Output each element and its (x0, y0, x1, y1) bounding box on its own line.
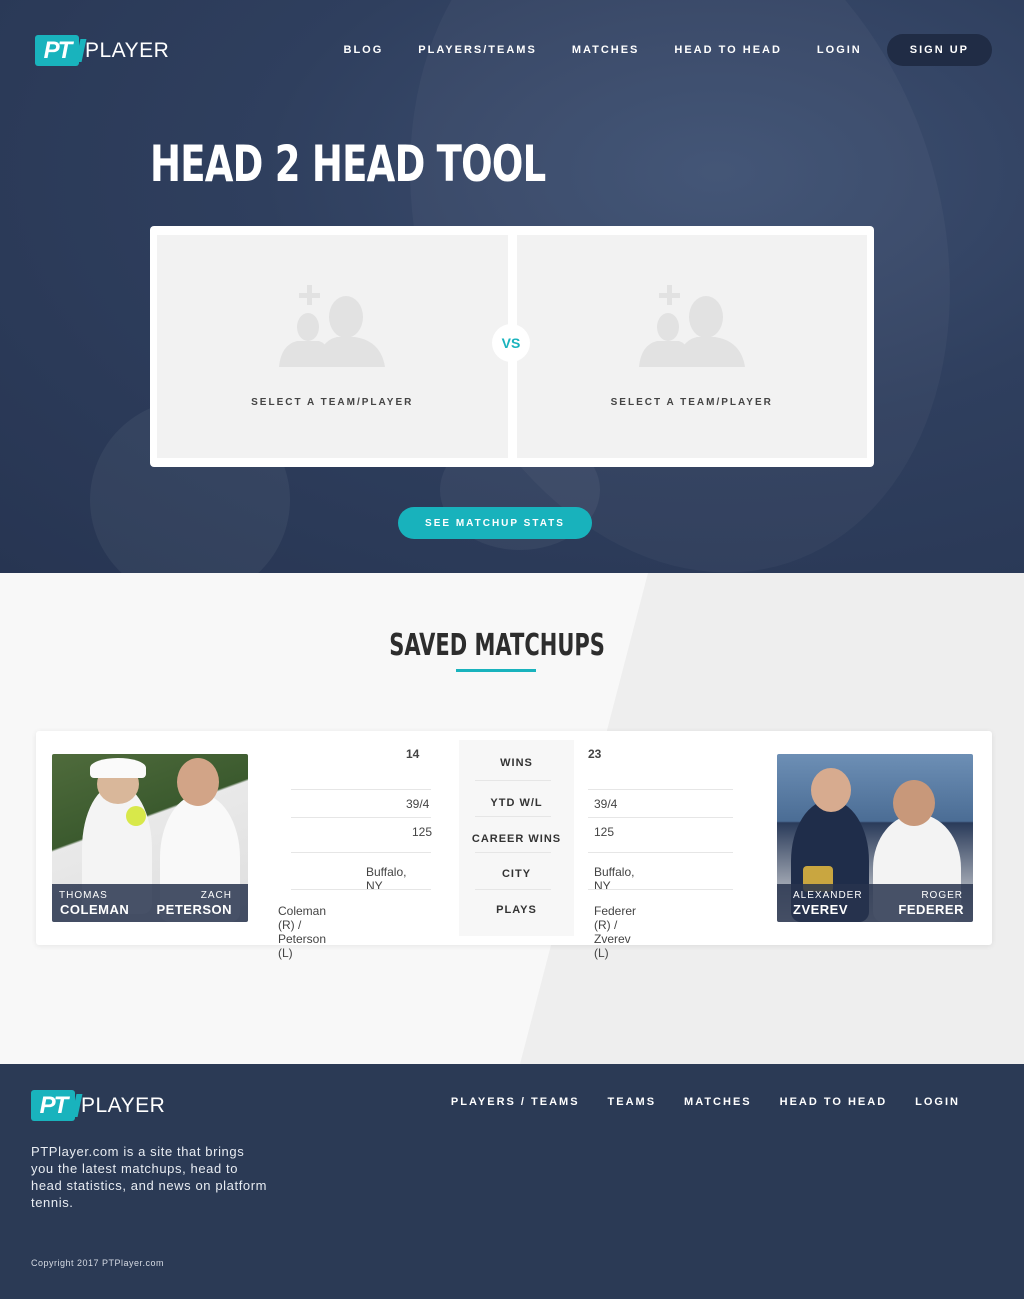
player-first-name: ALEXANDER (793, 890, 863, 901)
wins-value: 14 (406, 747, 420, 761)
nav-players-teams[interactable]: PLAYERS/TEAMS (418, 44, 537, 56)
see-matchup-stats-button[interactable]: SEE MATCHUP STATS (398, 507, 592, 539)
vs-badge: VS (492, 324, 530, 362)
select-player-slot-left[interactable]: SELECT A TEAM/PLAYER (157, 235, 508, 458)
career-wins-value: 125 (412, 825, 433, 839)
label-plays: PLAYS (496, 904, 537, 916)
ytd-value: 39/4 (594, 797, 618, 811)
player-last-name: PETERSON (156, 902, 232, 917)
divider (291, 817, 431, 818)
add-player-icon (638, 285, 745, 367)
player-head (893, 780, 935, 826)
nav-login[interactable]: LOGIN (817, 44, 862, 56)
player-last-name: ZVEREV (793, 902, 849, 917)
divider (475, 889, 551, 890)
career-wins-value: 125 (594, 825, 615, 839)
wins-value: 23 (588, 747, 602, 761)
player-cap (90, 758, 146, 778)
team-photo-left: THOMAS COLEMAN ZACH PETERSON (52, 754, 248, 922)
player-first-name: ZACH (200, 890, 232, 901)
team-caption: THOMAS COLEMAN ZACH PETERSON (52, 884, 248, 922)
footer-nav-head-to-head[interactable]: HEAD TO HEAD (780, 1096, 888, 1108)
footer-nav-teams[interactable]: TEAMS (608, 1096, 657, 1108)
footer-nav-matches[interactable]: MATCHES (684, 1096, 752, 1108)
saved-matchup-card[interactable]: THOMAS COLEMAN ZACH PETERSON 14 39/4 125… (36, 731, 992, 960)
title-underline (456, 669, 536, 672)
section-title: SAVED MATCHUPS (389, 628, 605, 663)
footer-logo[interactable]: PT PLAYER (31, 1090, 165, 1121)
nav-blog[interactable]: BLOG (344, 44, 384, 56)
label-ytd: YTD W/L (490, 797, 543, 809)
player-head (177, 758, 219, 806)
team-photo-right: ALEXANDER ZVEREV ROGER FEDERER (777, 754, 973, 922)
stat-labels-column: WINS YTD W/L CAREER WINS CITY PLAYS (459, 740, 574, 936)
footer-description: PTPlayer.com is a site that brings you t… (31, 1144, 268, 1210)
footer-nav: PLAYERS / TEAMS TEAMS MATCHES HEAD TO HE… (423, 1096, 960, 1108)
divider (588, 889, 733, 890)
divider (475, 852, 551, 853)
ytd-value: 39/4 (406, 797, 430, 811)
select-player-label: SELECT A TEAM/PLAYER (610, 397, 773, 408)
team-caption: ALEXANDER ZVEREV ROGER FEDERER (777, 884, 973, 922)
footer-nav-login[interactable]: LOGIN (915, 1096, 960, 1108)
logo-badge: PT (31, 1090, 75, 1121)
add-player-icon (279, 285, 385, 367)
divider (291, 852, 431, 853)
saved-matchups-heading: SAVED MATCHUPS (0, 628, 1024, 663)
divider (588, 817, 733, 818)
nav-matches[interactable]: MATCHES (572, 44, 640, 56)
plays-value: Federer (R) / Zverev (L) (594, 904, 637, 960)
logo-badge: PT (35, 35, 79, 66)
divider (291, 789, 431, 790)
site-logo[interactable]: PT PLAYER (35, 35, 169, 66)
player-last-name: COLEMAN (60, 902, 130, 917)
logo-text: PLAYER (81, 1093, 166, 1117)
divider (588, 789, 733, 790)
signup-button[interactable]: SIGN UP (886, 34, 992, 66)
player-first-name: THOMAS (59, 890, 108, 901)
player-last-name: FEDERER (898, 902, 964, 917)
player-head (811, 768, 851, 812)
tennis-ball (126, 806, 146, 826)
select-player-slot-right[interactable]: SELECT A TEAM/PLAYER (516, 235, 867, 458)
select-player-label: SELECT A TEAM/PLAYER (251, 397, 414, 408)
divider (475, 780, 551, 781)
logo-text: PLAYER (85, 38, 170, 62)
plays-value: Coleman (R) / Peterson (L) (278, 904, 327, 960)
divider (475, 816, 551, 817)
divider (291, 889, 431, 890)
player-first-name: ROGER (921, 890, 963, 901)
footer-nav-players-teams[interactable]: PLAYERS / TEAMS (451, 1096, 580, 1108)
divider (588, 852, 733, 853)
main-nav: BLOG PLAYERS/TEAMS MATCHES HEAD TO HEAD … (309, 34, 992, 66)
matchup-picker: SELECT A TEAM/PLAYER SELECT A TEAM/PLAYE… (150, 226, 874, 467)
label-career-wins: CAREER WINS (471, 833, 562, 845)
label-wins: WINS (500, 757, 533, 769)
copyright: Copyright 2017 PTPlayer.com (31, 1258, 165, 1268)
page-title: HEAD 2 HEAD TOOL (150, 135, 546, 193)
label-city: CITY (501, 868, 532, 880)
nav-head-to-head[interactable]: HEAD TO HEAD (674, 44, 782, 56)
